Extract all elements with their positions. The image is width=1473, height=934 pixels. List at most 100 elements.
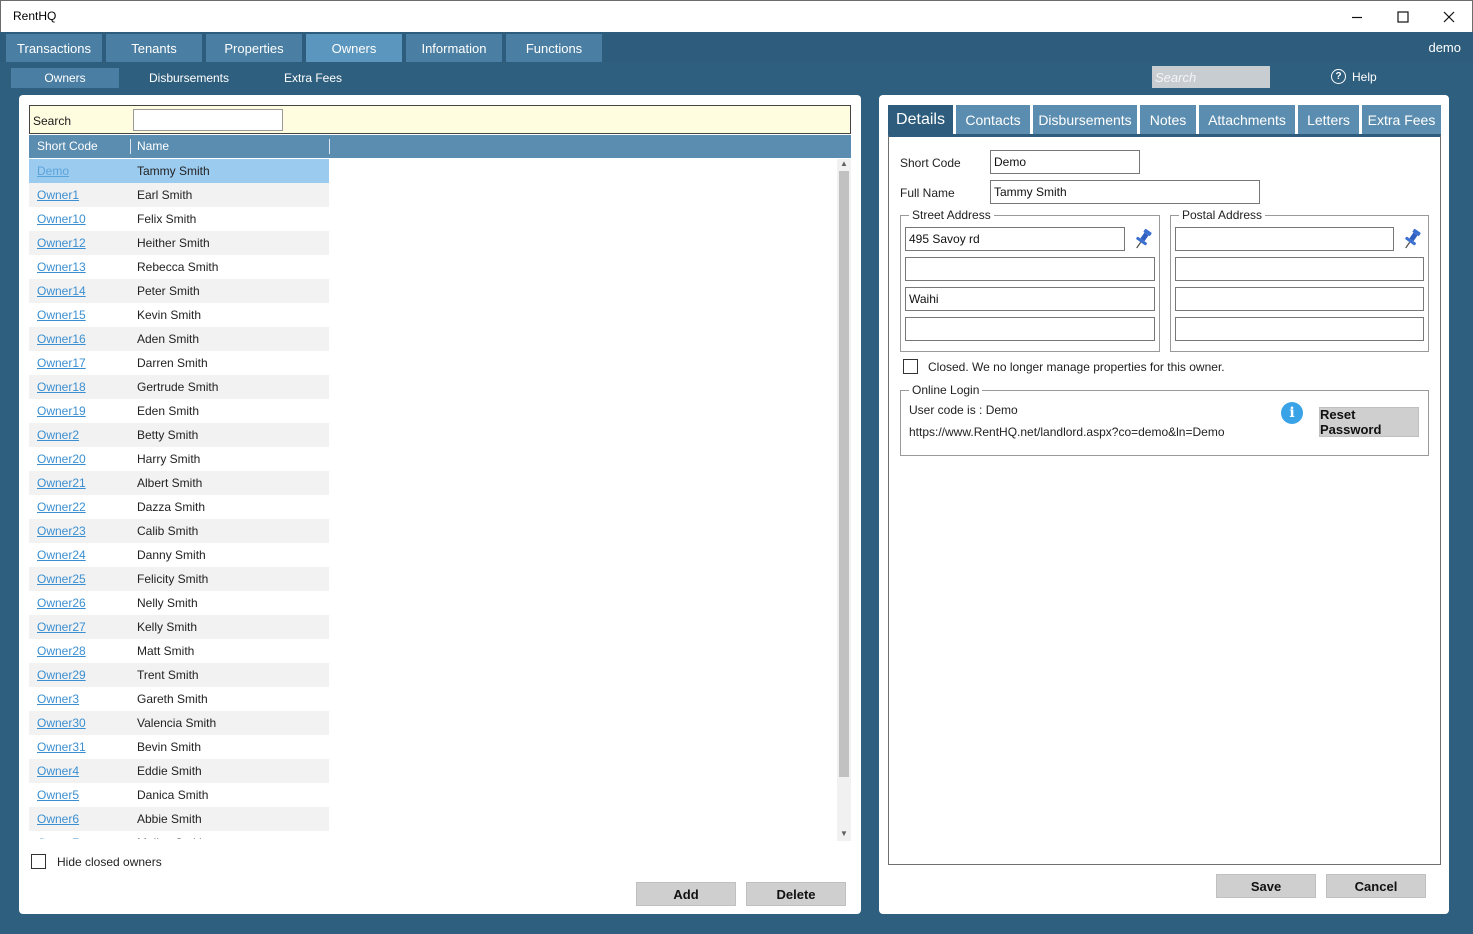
table-row[interactable]: Owner14 Peter Smith <box>29 279 329 303</box>
table-row[interactable]: Owner24 Danny Smith <box>29 543 329 567</box>
tab-attachments[interactable]: Attachments <box>1199 105 1295 134</box>
table-row[interactable]: Owner28 Matt Smith <box>29 639 329 663</box>
column-header-short-code[interactable]: Short Code <box>37 139 98 153</box>
postal-line-1[interactable] <box>1175 227 1394 251</box>
table-row[interactable]: Owner20 Harry Smith <box>29 447 329 471</box>
table-row[interactable]: Owner30 Valencia Smith <box>29 711 329 735</box>
owner-code-link[interactable]: Owner27 <box>37 620 86 634</box>
table-row[interactable]: Owner25 Felicity Smith <box>29 567 329 591</box>
owner-code-link[interactable]: Owner19 <box>37 404 86 418</box>
global-search-input[interactable] <box>1152 66 1270 88</box>
column-header-name[interactable]: Name <box>137 139 169 153</box>
scroll-up-icon[interactable]: ▲ <box>840 159 848 168</box>
owner-code-link[interactable]: Owner18 <box>37 380 86 394</box>
owner-code-link[interactable]: Owner2 <box>37 428 79 442</box>
table-row[interactable]: Demo Tammy Smith <box>29 159 329 183</box>
street-line-2[interactable] <box>905 257 1155 281</box>
table-row[interactable]: Owner12 Heither Smith <box>29 231 329 255</box>
tab-contacts[interactable]: Contacts <box>956 105 1030 134</box>
tab-disbursements[interactable]: Disbursements <box>1033 105 1137 134</box>
table-row[interactable]: Owner13 Rebecca Smith <box>29 255 329 279</box>
owner-code-link[interactable]: Owner24 <box>37 548 86 562</box>
column-separator[interactable] <box>329 139 330 154</box>
table-row[interactable]: Owner10 Felix Smith <box>29 207 329 231</box>
subtab-disbursements[interactable]: Disbursements <box>135 68 243 88</box>
owner-code-link[interactable]: Owner28 <box>37 644 86 658</box>
owner-code-link[interactable]: Owner17 <box>37 356 86 370</box>
postal-line-4[interactable] <box>1175 317 1424 341</box>
owner-search-input[interactable] <box>133 109 283 131</box>
street-line-4[interactable] <box>905 317 1155 341</box>
table-row[interactable]: Owner19 Eden Smith <box>29 399 329 423</box>
tab-letters[interactable]: Letters <box>1298 105 1359 134</box>
owner-code-link[interactable]: Owner21 <box>37 476 86 490</box>
owner-code-link[interactable]: Owner6 <box>37 812 79 826</box>
owner-code-link[interactable]: Owner4 <box>37 764 79 778</box>
table-row[interactable]: Owner4 Eddie Smith <box>29 759 329 783</box>
street-line-1[interactable] <box>905 227 1125 251</box>
table-row[interactable]: Owner6 Abbie Smith <box>29 807 329 831</box>
add-owner-button[interactable]: Add <box>636 882 736 906</box>
postal-pin-icon[interactable] <box>1401 227 1423 251</box>
tab-information[interactable]: Information <box>406 34 502 62</box>
table-row[interactable]: Owner21 Albert Smith <box>29 471 329 495</box>
tab-functions[interactable]: Functions <box>506 34 602 62</box>
owner-code-link[interactable]: Owner12 <box>37 236 86 250</box>
scroll-down-icon[interactable]: ▼ <box>840 829 848 838</box>
table-row[interactable]: Owner18 Gertrude Smith <box>29 375 329 399</box>
tab-tenants[interactable]: Tenants <box>106 34 202 62</box>
owner-code-link[interactable]: Owner15 <box>37 308 86 322</box>
owner-code-link[interactable]: Owner5 <box>37 788 79 802</box>
table-row[interactable]: Owner29 Trent Smith <box>29 663 329 687</box>
tab-extra-fees[interactable]: Extra Fees <box>1362 105 1441 134</box>
owner-code-link[interactable]: Owner1 <box>37 188 79 202</box>
owner-code-link[interactable]: Owner23 <box>37 524 86 538</box>
table-row[interactable]: Owner27 Kelly Smith <box>29 615 329 639</box>
table-row[interactable]: Owner23 Calib Smith <box>29 519 329 543</box>
owner-code-link[interactable]: Owner25 <box>37 572 86 586</box>
tab-notes[interactable]: Notes <box>1140 105 1196 134</box>
table-row[interactable]: Owner15 Kevin Smith <box>29 303 329 327</box>
owner-code-link[interactable]: Owner10 <box>37 212 86 226</box>
owner-code-link[interactable]: Owner22 <box>37 500 86 514</box>
owner-code-link[interactable]: Demo <box>37 164 69 178</box>
info-icon[interactable]: i <box>1281 402 1303 424</box>
tab-details[interactable]: Details <box>888 105 953 134</box>
closed-checkbox[interactable] <box>903 359 918 374</box>
tab-properties[interactable]: Properties <box>206 34 302 62</box>
owner-code-link[interactable]: Owner16 <box>37 332 86 346</box>
subtab-extra-fees[interactable]: Extra Fees <box>259 68 367 88</box>
tab-transactions[interactable]: Transactions <box>6 34 102 62</box>
full-name-field[interactable] <box>990 180 1260 204</box>
postal-line-3[interactable] <box>1175 287 1424 311</box>
table-row[interactable]: Owner16 Aden Smith <box>29 327 329 351</box>
street-line-3[interactable] <box>905 287 1155 311</box>
help-button[interactable]: ? Help <box>1331 69 1377 84</box>
minimize-button[interactable] <box>1334 1 1380 33</box>
table-row[interactable]: Owner26 Nelly Smith <box>29 591 329 615</box>
cancel-button[interactable]: Cancel <box>1326 874 1426 898</box>
street-pin-icon[interactable] <box>1132 227 1154 251</box>
owner-code-link[interactable]: Owner14 <box>37 284 86 298</box>
hide-closed-checkbox[interactable] <box>31 854 46 869</box>
owner-code-link[interactable]: Owner29 <box>37 668 86 682</box>
owner-grid-scrollbar[interactable]: ▲ ▼ <box>837 159 851 841</box>
table-row[interactable]: Owner1 Earl Smith <box>29 183 329 207</box>
tab-owners[interactable]: Owners <box>306 34 402 62</box>
owner-code-link[interactable]: Owner20 <box>37 452 86 466</box>
table-row[interactable]: Owner3 Gareth Smith <box>29 687 329 711</box>
delete-owner-button[interactable]: Delete <box>746 882 846 906</box>
short-code-field[interactable] <box>990 150 1140 174</box>
table-row[interactable]: Owner22 Dazza Smith <box>29 495 329 519</box>
owner-code-link[interactable]: Owner31 <box>37 740 86 754</box>
table-row[interactable]: Owner7 Melisa Smith <box>29 831 329 839</box>
reset-password-button[interactable]: Reset Password <box>1319 407 1419 437</box>
table-row[interactable]: Owner31 Bevin Smith <box>29 735 329 759</box>
table-row[interactable]: Owner5 Danica Smith <box>29 783 329 807</box>
close-window-button[interactable] <box>1426 1 1472 33</box>
save-button[interactable]: Save <box>1216 874 1316 898</box>
subtab-owners[interactable]: Owners <box>11 68 119 88</box>
column-separator[interactable] <box>130 139 131 154</box>
owner-code-link[interactable]: Owner13 <box>37 260 86 274</box>
maximize-button[interactable] <box>1380 1 1426 33</box>
